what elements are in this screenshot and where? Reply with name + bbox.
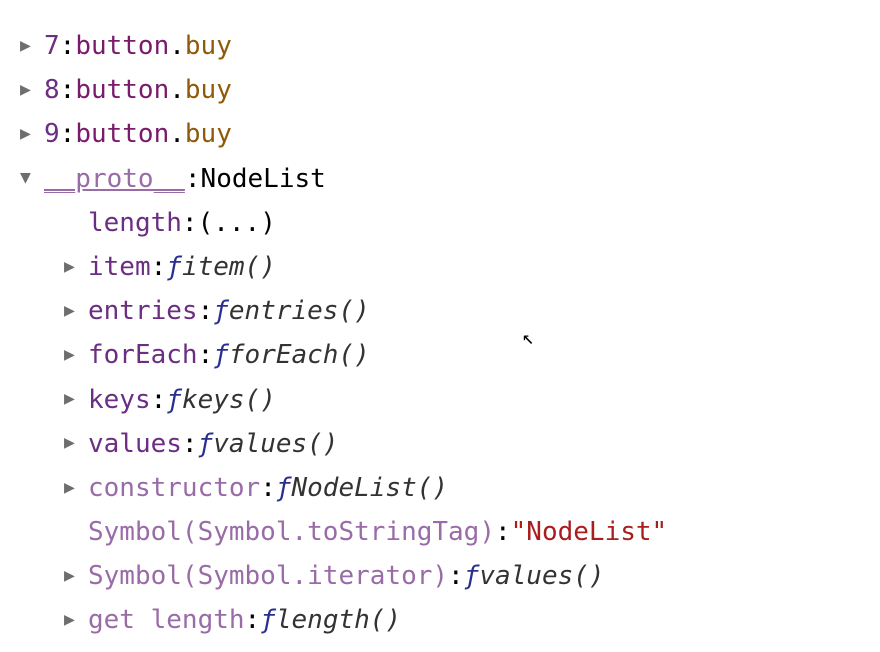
element-class: buy <box>185 24 232 68</box>
proto-entry-row[interactable]: Symbol(Symbol.toStringTag): "NodeList" <box>20 510 860 554</box>
entry-key: constructor <box>88 466 260 510</box>
proto-entry-row[interactable]: ▶forEach: ƒ forEach() <box>20 333 860 377</box>
proto-entry-row[interactable]: ▶constructor: ƒ NodeList() <box>20 466 860 510</box>
proto-entry-row[interactable]: ▶get length: ƒ length() <box>20 598 860 642</box>
entry-key: forEach <box>88 333 198 377</box>
disclosure-triangle-icon[interactable]: ▶ <box>64 605 88 636</box>
colon: : <box>182 201 198 245</box>
function-f-icon: ƒ <box>166 378 182 422</box>
object-tree: ▶7: button.buy▶8: button.buy▶9: button.b… <box>20 24 860 643</box>
entry-key: item <box>88 245 151 289</box>
entry-function-name: keys() <box>182 378 276 422</box>
entry-key: entries <box>88 289 198 333</box>
disclosure-triangle-icon[interactable]: ▼ <box>20 163 44 194</box>
entry-key: values <box>88 422 182 466</box>
dot: . <box>169 112 185 156</box>
colon: : <box>182 422 198 466</box>
disclosure-triangle-icon[interactable]: ▶ <box>64 384 88 415</box>
colon: : <box>495 510 511 554</box>
entry-key: Symbol(Symbol.iterator) <box>88 554 448 598</box>
colon: : <box>185 157 201 201</box>
function-f-icon: ƒ <box>198 422 214 466</box>
entry-function-name: length() <box>276 598 401 642</box>
colon: : <box>60 24 76 68</box>
dot: . <box>169 24 185 68</box>
item-index: 9 <box>44 112 60 156</box>
proto-entry-row[interactable]: length: (...) <box>20 201 860 245</box>
element-tag: button <box>75 24 169 68</box>
function-f-icon: ƒ <box>166 245 182 289</box>
disclosure-triangle-icon[interactable]: ▶ <box>64 428 88 459</box>
proto-row[interactable]: ▼__proto__: NodeList <box>20 157 860 201</box>
function-f-icon: ƒ <box>464 554 480 598</box>
colon: : <box>245 598 261 642</box>
nodelist-item-row[interactable]: ▶8: button.buy <box>20 68 860 112</box>
entry-function-name: values() <box>479 554 604 598</box>
item-index: 8 <box>44 68 60 112</box>
proto-entry-row[interactable]: ▶Symbol(Symbol.iterator): ƒ values() <box>20 554 860 598</box>
element-class: buy <box>185 112 232 156</box>
proto-entry-row[interactable]: ▶values: ƒ values() <box>20 422 860 466</box>
colon: : <box>260 466 276 510</box>
function-f-icon: ƒ <box>213 333 229 377</box>
disclosure-triangle-icon[interactable]: ▶ <box>20 31 44 62</box>
element-tag: button <box>75 68 169 112</box>
colon: : <box>151 378 167 422</box>
proto-entry-row[interactable]: ▶entries: ƒ entries() <box>20 289 860 333</box>
entry-function-name: NodeList() <box>292 466 449 510</box>
function-f-icon: ƒ <box>276 466 292 510</box>
colon: : <box>60 68 76 112</box>
function-f-icon: ƒ <box>260 598 276 642</box>
disclosure-triangle-icon[interactable]: ▶ <box>64 473 88 504</box>
colon: : <box>151 245 167 289</box>
nodelist-item-row[interactable]: ▶9: button.buy <box>20 112 860 156</box>
element-tag: button <box>75 112 169 156</box>
item-index: 7 <box>44 24 60 68</box>
entry-getter-value[interactable]: (...) <box>198 201 276 245</box>
disclosure-triangle-icon[interactable]: ▶ <box>20 119 44 150</box>
entry-function-name: item() <box>182 245 276 289</box>
entry-key: get length <box>88 598 245 642</box>
entry-key: Symbol(Symbol.toStringTag) <box>88 510 495 554</box>
entry-function-name: values() <box>213 422 338 466</box>
colon: : <box>60 112 76 156</box>
colon: : <box>198 289 214 333</box>
entry-string-value: "NodeList" <box>511 510 668 554</box>
dot: . <box>169 68 185 112</box>
entry-function-name: entries() <box>229 289 370 333</box>
proto-entry-row[interactable]: ▶keys: ƒ keys() <box>20 378 860 422</box>
disclosure-triangle-icon[interactable]: ▶ <box>20 75 44 106</box>
disclosure-triangle-icon[interactable]: ▶ <box>64 252 88 283</box>
entry-key: keys <box>88 378 151 422</box>
disclosure-triangle-icon[interactable]: ▶ <box>64 561 88 592</box>
proto-type: NodeList <box>201 157 326 201</box>
proto-entry-row[interactable]: ▶item: ƒ item() <box>20 245 860 289</box>
entry-key: length <box>88 201 182 245</box>
disclosure-triangle-icon[interactable]: ▶ <box>64 296 88 327</box>
colon: : <box>448 554 464 598</box>
nodelist-item-row[interactable]: ▶7: button.buy <box>20 24 860 68</box>
colon: : <box>198 333 214 377</box>
entry-function-name: forEach() <box>229 333 370 377</box>
proto-key: __proto__ <box>44 157 185 201</box>
element-class: buy <box>185 68 232 112</box>
function-f-icon: ƒ <box>213 289 229 333</box>
disclosure-triangle-icon[interactable]: ▶ <box>64 340 88 371</box>
